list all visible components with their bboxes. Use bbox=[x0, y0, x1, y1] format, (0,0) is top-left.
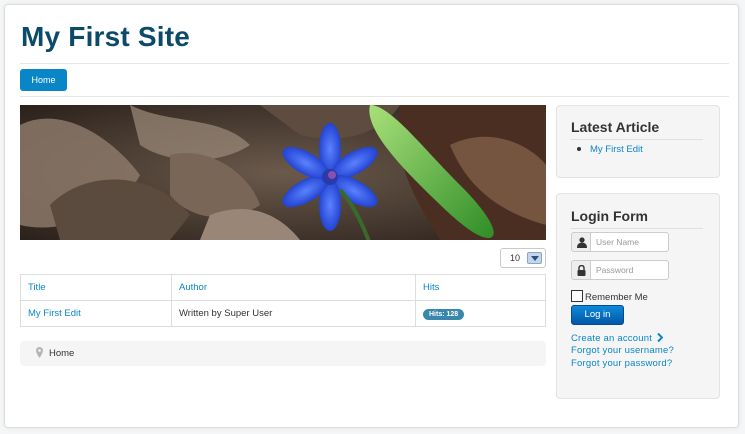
login-button[interactable]: Log in bbox=[571, 305, 624, 325]
forgot-password-link[interactable]: Forgot your password? bbox=[571, 358, 672, 369]
login-form-title: Login Form bbox=[571, 208, 648, 224]
username-input[interactable] bbox=[590, 232, 669, 252]
remember-me-label: Remember Me bbox=[585, 292, 648, 303]
header-divider bbox=[20, 63, 729, 64]
bullet bbox=[577, 147, 581, 152]
module-divider bbox=[571, 139, 703, 140]
banner-image bbox=[20, 105, 546, 240]
username-group bbox=[571, 232, 669, 252]
hits-badge: Hits: 128 bbox=[423, 308, 465, 320]
breadcrumb-item-home: Home bbox=[49, 348, 75, 359]
lock-icon bbox=[571, 260, 591, 280]
table-cell-title: My First Edit bbox=[20, 300, 172, 327]
nav-divider bbox=[20, 96, 729, 97]
chevron-down-icon bbox=[527, 252, 542, 264]
map-pin-icon bbox=[36, 347, 43, 361]
column-header-author[interactable]: Author bbox=[171, 274, 416, 301]
breadcrumb: Home bbox=[20, 341, 546, 366]
latest-article-title: Latest Article bbox=[571, 119, 660, 135]
article-link[interactable]: My First Edit bbox=[28, 308, 81, 319]
chevron-right-icon bbox=[657, 332, 664, 343]
login-form-module: Login Form Remember Me Log in Create an … bbox=[556, 193, 720, 399]
nav-item-home[interactable]: Home bbox=[20, 69, 67, 91]
list-item: My First Edit bbox=[577, 144, 643, 155]
latest-article-module: Latest Article My First Edit bbox=[556, 105, 720, 178]
column-header-hits[interactable]: Hits bbox=[415, 274, 546, 301]
list-limit-select[interactable]: 10 bbox=[500, 248, 546, 268]
module-divider bbox=[571, 228, 703, 229]
articles-table: Title Author Hits My First Edit Written … bbox=[20, 274, 546, 327]
column-header-title[interactable]: Title bbox=[20, 274, 172, 301]
table-cell-hits: Hits: 128 bbox=[415, 300, 546, 327]
latest-article-link[interactable]: My First Edit bbox=[590, 144, 643, 155]
create-account-label: Create an account bbox=[571, 333, 653, 344]
site-title[interactable]: My First Site bbox=[21, 21, 190, 53]
create-account-link[interactable]: Create an account bbox=[571, 332, 664, 344]
table-row: My First Edit Written by Super User Hits… bbox=[20, 300, 546, 327]
table-header-row: Title Author Hits bbox=[20, 274, 546, 301]
user-icon bbox=[571, 232, 591, 252]
forgot-username-link[interactable]: Forgot your username? bbox=[571, 345, 674, 356]
remember-me[interactable]: Remember Me bbox=[571, 290, 648, 303]
table-cell-author: Written by Super User bbox=[171, 300, 416, 327]
list-limit-value: 10 bbox=[510, 253, 521, 263]
remember-me-checkbox[interactable] bbox=[571, 290, 583, 302]
password-input[interactable] bbox=[590, 260, 669, 280]
password-group bbox=[571, 260, 669, 280]
